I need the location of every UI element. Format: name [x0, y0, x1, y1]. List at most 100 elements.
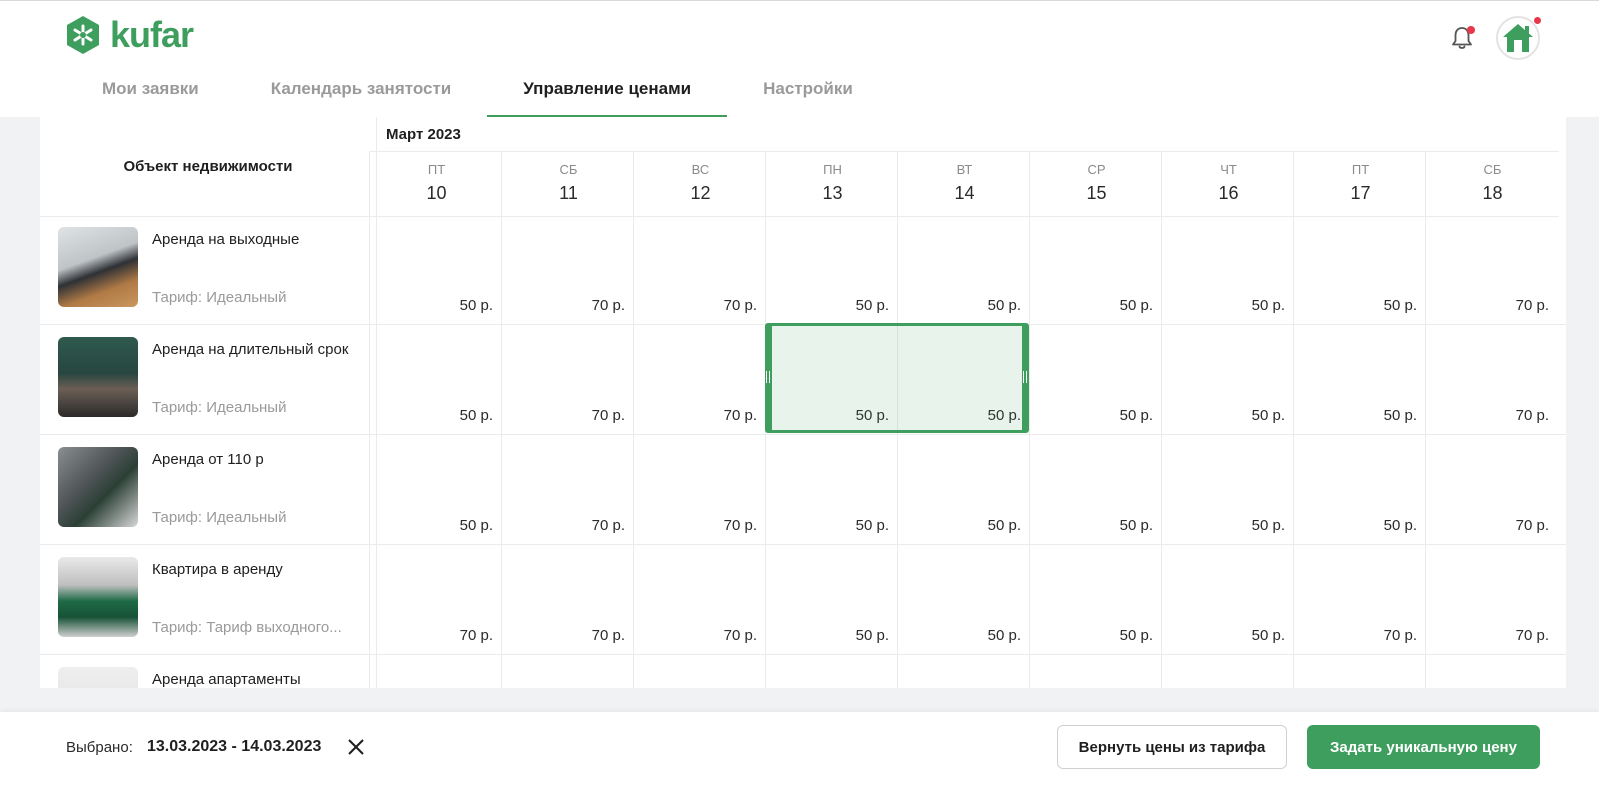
price-value: 50 р.: [855, 297, 889, 314]
property-name: Аренда апартаменты: [152, 671, 301, 688]
price-value: 50 р.: [987, 297, 1021, 314]
property-cell[interactable]: Аренда апартаменты: [40, 653, 377, 688]
property-cell[interactable]: Аренда на длительный срок Тариф: Идеальны…: [40, 323, 377, 435]
table-row: Квартира в аренду Тариф: Тариф выходного.…: [40, 543, 1566, 655]
price-cell[interactable]: 70 р.: [369, 543, 503, 655]
price-cell[interactable]: 70 р.: [1425, 213, 1559, 325]
price-grid: Объект недвижимости Март 2023 ПТ 10 СБ 11 ВС…: [40, 117, 1566, 688]
day-header[interactable]: ПН 13: [765, 151, 899, 217]
price-cell[interactable]: 70 р.: [1425, 433, 1559, 545]
notification-dot: [1467, 26, 1475, 34]
price-cell[interactable]: [1161, 653, 1295, 688]
day-header[interactable]: ПТ 17: [1293, 151, 1427, 217]
price-cell[interactable]: 70 р.: [633, 543, 767, 655]
price-cell[interactable]: 70 р.: [633, 433, 767, 545]
date-label: 15: [1086, 183, 1107, 203]
price-cell[interactable]: 50 р.: [1029, 213, 1163, 325]
price-cell[interactable]: 50 р.: [1161, 543, 1295, 655]
weekday-label: ПТ: [427, 162, 446, 177]
price-cell[interactable]: 50 р.: [369, 213, 503, 325]
day-header[interactable]: ВС 12: [633, 151, 767, 217]
day-header[interactable]: СБ 18: [1425, 151, 1559, 217]
price-cell[interactable]: 50 р.: [765, 433, 899, 545]
price-cell[interactable]: 50 р.: [897, 433, 1031, 545]
price-cell[interactable]: 50 р.: [1293, 433, 1427, 545]
price-value: 70 р.: [1515, 627, 1549, 644]
weekday-label: СБ: [1483, 162, 1502, 177]
price-cell[interactable]: 50 р.: [1293, 323, 1427, 435]
price-cell[interactable]: [1425, 653, 1559, 688]
reset-prices-button[interactable]: Вернуть цены из тарифа: [1057, 725, 1287, 769]
price-cell[interactable]: 50 р.: [897, 543, 1031, 655]
price-cell[interactable]: 70 р.: [1425, 543, 1559, 655]
price-cell[interactable]: [1029, 653, 1163, 688]
tab-price-management[interactable]: Управление ценами: [487, 73, 727, 118]
selected-range: 13.03.2023 - 14.03.2023: [147, 738, 322, 755]
property-tariff: Тариф: Тариф выходного...: [152, 619, 342, 636]
property-cell[interactable]: Квартира в аренду Тариф: Тариф выходного.…: [40, 543, 377, 655]
price-cell[interactable]: 70 р.: [633, 213, 767, 325]
price-cell[interactable]: 50 р.: [369, 433, 503, 545]
property-thumbnail: [58, 447, 138, 527]
price-cell[interactable]: 70 р.: [501, 433, 635, 545]
price-cell[interactable]: 50 р.: [1029, 433, 1163, 545]
price-value: 50 р.: [1119, 627, 1153, 644]
price-cell[interactable]: 50 р.: [897, 213, 1031, 325]
price-value: 50 р.: [459, 407, 493, 424]
tab-settings[interactable]: Настройки: [727, 73, 889, 118]
price-value: 50 р.: [987, 517, 1021, 534]
day-header[interactable]: ВТ 14: [897, 151, 1031, 217]
selected-range-highlight[interactable]: [765, 323, 1029, 433]
day-header[interactable]: СБ 11: [501, 151, 635, 217]
day-header[interactable]: ЧТ 16: [1161, 151, 1295, 217]
tab-occupancy-calendar[interactable]: Календарь занятости: [235, 73, 488, 118]
drag-handle-right[interactable]: [1022, 326, 1029, 430]
price-value: 70 р.: [723, 407, 757, 424]
property-name: Аренда от 110 р: [152, 451, 264, 468]
price-value: 50 р.: [1251, 407, 1285, 424]
price-value: 70 р.: [591, 517, 625, 534]
price-cell[interactable]: 50 р.: [765, 543, 899, 655]
set-unique-price-button[interactable]: Задать уникальную цену: [1307, 725, 1540, 769]
weekday-label: ЧТ: [1220, 162, 1237, 177]
price-cell[interactable]: [501, 653, 635, 688]
price-cell[interactable]: 70 р.: [501, 323, 635, 435]
price-cell[interactable]: 50 р.: [1293, 213, 1427, 325]
kufar-logo[interactable]: kufar: [64, 15, 194, 55]
price-value: 50 р.: [1251, 297, 1285, 314]
price-cell[interactable]: [897, 653, 1031, 688]
price-cell[interactable]: [765, 653, 899, 688]
property-cell[interactable]: Аренда на выходные Тариф: Идеальный: [40, 213, 377, 325]
price-cell[interactable]: 50 р.: [1161, 213, 1295, 325]
price-cell[interactable]: 50 р.: [1161, 433, 1295, 545]
price-value: 70 р.: [591, 407, 625, 424]
price-cell[interactable]: 50 р.: [1161, 323, 1295, 435]
price-value: 50 р.: [459, 517, 493, 534]
price-cell[interactable]: 70 р.: [1293, 543, 1427, 655]
price-cell[interactable]: 50 р.: [369, 323, 503, 435]
price-cell[interactable]: 70 р.: [501, 543, 635, 655]
weekday-label: ВТ: [956, 162, 973, 177]
price-cell[interactable]: [369, 653, 503, 688]
price-cell[interactable]: 70 р.: [1425, 323, 1559, 435]
price-cell[interactable]: [633, 653, 767, 688]
property-thumbnail: [58, 557, 138, 637]
date-label: 11: [559, 183, 578, 203]
top-bar: kufar Мои заявки Календарь занятости Упр…: [0, 0, 1599, 118]
price-value: 50 р.: [855, 517, 889, 534]
price-cell[interactable]: 50 р.: [765, 213, 899, 325]
close-icon[interactable]: [347, 738, 365, 756]
price-cell[interactable]: 70 р.: [633, 323, 767, 435]
price-cell[interactable]: 70 р.: [501, 213, 635, 325]
drag-handle-left[interactable]: [765, 326, 772, 430]
avatar-badge: [1533, 16, 1542, 25]
price-cell[interactable]: [1293, 653, 1427, 688]
property-cell[interactable]: Аренда от 110 р Тариф: Идеальный: [40, 433, 377, 545]
price-value: 50 р.: [459, 297, 493, 314]
price-cell[interactable]: 50 р.: [1029, 323, 1163, 435]
price-cell[interactable]: 50 р.: [1029, 543, 1163, 655]
day-header[interactable]: СР 15: [1029, 151, 1163, 217]
day-header[interactable]: ПТ 10: [369, 151, 503, 217]
tab-my-requests[interactable]: Мои заявки: [66, 73, 235, 118]
price-value: 70 р.: [1515, 407, 1549, 424]
